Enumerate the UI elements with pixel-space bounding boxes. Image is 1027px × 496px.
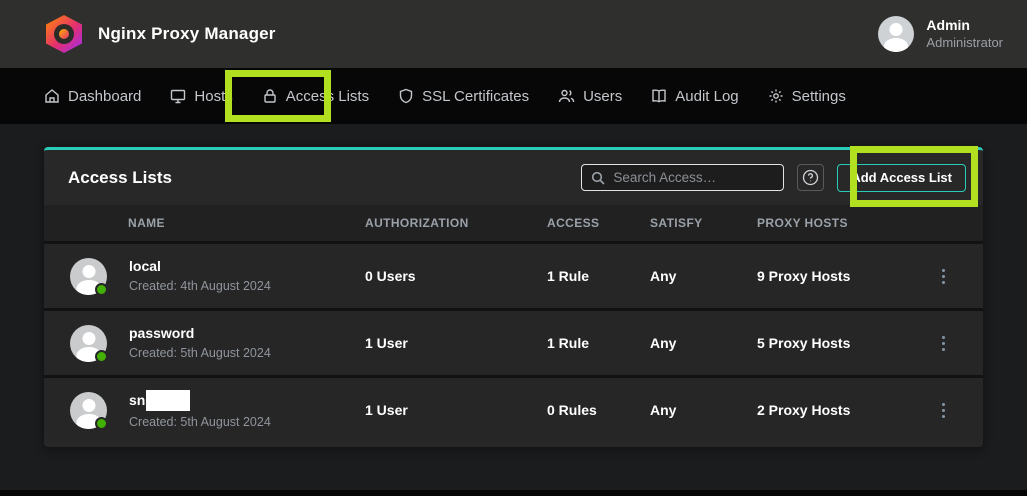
row-menu-kebab-icon[interactable] xyxy=(938,399,949,422)
avatar-silhouette xyxy=(82,399,95,412)
user-role: Administrator xyxy=(926,35,1003,51)
shield-icon xyxy=(398,88,414,104)
nav-item-label: Dashboard xyxy=(68,88,141,105)
column-header-satisfy: SATISFY xyxy=(650,216,757,230)
nav-item-hosts[interactable]: Hosts xyxy=(170,88,232,105)
book-icon xyxy=(651,88,667,104)
satisfy-value: Any xyxy=(650,335,757,351)
app-window: Nginx Proxy Manager Admin Administrator … xyxy=(0,0,1027,496)
access-list-name-text: sn xyxy=(129,392,145,409)
status-online-dot xyxy=(95,283,108,296)
nav-item-label: Users xyxy=(583,88,622,105)
monitor-icon xyxy=(170,88,186,104)
table-row[interactable]: local Created: 4th August 2024 0 Users 1… xyxy=(44,241,983,308)
nav-item-ssl-certificates[interactable]: SSL Certificates xyxy=(398,88,529,105)
user-info: Admin Administrator xyxy=(926,17,1003,51)
access-value: 1 Rule xyxy=(547,335,650,351)
app-title: Nginx Proxy Manager xyxy=(98,24,276,44)
proxy-hosts-value: 2 Proxy Hosts xyxy=(757,402,924,418)
proxy-hosts-value: 9 Proxy Hosts xyxy=(757,268,924,284)
user-name: Admin xyxy=(926,17,1003,35)
add-access-list-button[interactable]: Add Access List xyxy=(837,164,966,192)
authorization-value: 0 Users xyxy=(365,268,547,284)
access-list-name: password xyxy=(129,325,271,342)
column-header-name: NAME xyxy=(70,216,365,230)
column-header-authorization: AUTHORIZATION xyxy=(365,216,547,230)
created-date: Created: 5th August 2024 xyxy=(129,346,271,361)
question-circle-icon xyxy=(802,169,819,186)
authorization-value: 1 User xyxy=(365,335,547,351)
access-list-avatar xyxy=(70,258,107,295)
users-icon xyxy=(558,88,575,104)
avatar-silhouette xyxy=(82,265,95,278)
satisfy-value: Any xyxy=(650,268,757,284)
content-area: Access Lists Add Access List NAME AUTHOR… xyxy=(0,124,1027,496)
name-cell: local Created: 4th August 2024 xyxy=(70,258,365,295)
home-icon xyxy=(44,88,60,104)
access-list-avatar xyxy=(70,392,107,429)
avatar-silhouette xyxy=(82,332,95,345)
nav-item-audit-log[interactable]: Audit Log xyxy=(651,88,738,105)
nav-item-users[interactable]: Users xyxy=(558,88,622,105)
column-header-proxy-hosts: PROXY HOSTS xyxy=(757,216,924,230)
access-list-avatar xyxy=(70,325,107,362)
top-bar: Nginx Proxy Manager Admin Administrator xyxy=(0,0,1027,68)
avatar-silhouette xyxy=(884,38,908,52)
status-online-dot xyxy=(95,350,108,363)
satisfy-value: Any xyxy=(650,402,757,418)
table-row[interactable]: password Created: 5th August 2024 1 User… xyxy=(44,308,983,375)
access-lists-panel: Access Lists Add Access List NAME AUTHOR… xyxy=(44,147,983,447)
search-input[interactable] xyxy=(613,170,774,185)
nav-item-settings[interactable]: Settings xyxy=(768,88,846,105)
nav-item-label: SSL Certificates xyxy=(422,88,529,105)
panel-header: Access Lists Add Access List xyxy=(44,150,983,205)
row-menu-kebab-icon[interactable] xyxy=(938,265,949,288)
created-date: Created: 4th August 2024 xyxy=(129,279,271,294)
nginx-proxy-manager-logo-icon xyxy=(46,15,82,53)
status-online-dot xyxy=(95,417,108,430)
nav-item-dashboard[interactable]: Dashboard xyxy=(44,88,141,105)
nav-item-access-lists[interactable]: Access Lists xyxy=(262,88,369,105)
avatar-silhouette xyxy=(890,23,903,36)
row-menu-kebab-icon[interactable] xyxy=(938,332,949,355)
access-value: 1 Rule xyxy=(547,268,650,284)
table-row[interactable]: sn Created: 5th August 2024 1 User 0 Rul… xyxy=(44,375,983,442)
search-icon xyxy=(591,171,605,185)
nav-item-label: Settings xyxy=(792,88,846,105)
table-header: NAME AUTHORIZATION ACCESS SATISFY PROXY … xyxy=(44,205,983,241)
nav-item-label: Hosts xyxy=(194,88,232,105)
lock-icon xyxy=(262,88,278,104)
access-list-name: sn xyxy=(129,390,271,411)
page-title: Access Lists xyxy=(68,168,172,188)
user-avatar[interactable] xyxy=(878,16,914,52)
name-cell: sn Created: 5th August 2024 xyxy=(70,390,365,430)
help-button[interactable] xyxy=(797,164,824,191)
nav-item-label: Audit Log xyxy=(675,88,738,105)
access-list-name: local xyxy=(129,258,271,275)
gear-icon xyxy=(768,88,784,104)
authorization-value: 1 User xyxy=(365,402,547,418)
proxy-hosts-value: 5 Proxy Hosts xyxy=(757,335,924,351)
nav-item-label: Access Lists xyxy=(286,88,369,105)
main-nav: Dashboard Hosts Access Lists SSL Certifi… xyxy=(0,68,1027,124)
column-header-access: ACCESS xyxy=(547,216,650,230)
access-value: 0 Rules xyxy=(547,402,650,418)
bottom-strip xyxy=(0,490,1027,496)
search-box[interactable] xyxy=(581,164,784,191)
redaction-box xyxy=(146,390,190,411)
created-date: Created: 5th August 2024 xyxy=(129,415,271,430)
name-cell: password Created: 5th August 2024 xyxy=(70,325,365,362)
user-menu[interactable]: Admin Administrator xyxy=(878,16,1003,52)
panel-toolbar: Add Access List xyxy=(581,164,966,192)
